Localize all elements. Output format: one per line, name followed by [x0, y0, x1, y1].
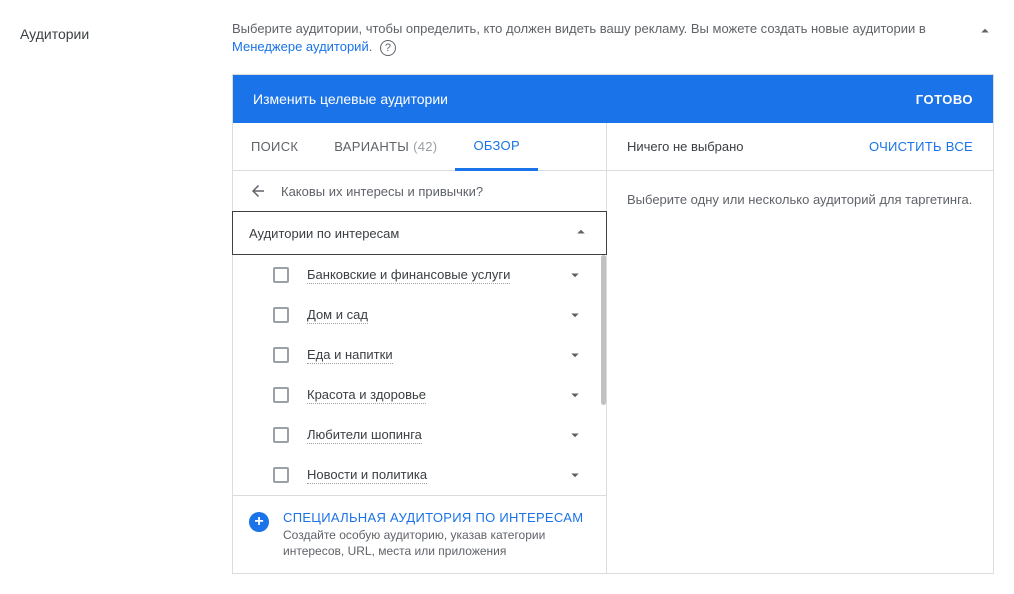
panel-header: Изменить целевые аудитории ГОТОВО	[233, 75, 993, 123]
tab-ideas-label: ВАРИАНТЫ	[334, 139, 409, 154]
chevron-down-icon[interactable]	[566, 426, 584, 444]
category-checkbox[interactable]	[273, 267, 289, 283]
back-arrow-icon[interactable]	[249, 182, 267, 200]
category-checkbox[interactable]	[273, 307, 289, 323]
category-label: Банковские и финансовые услуги	[307, 267, 510, 284]
selected-header: Ничего не выбрано ОЧИСТИТЬ ВСЕ	[607, 123, 993, 171]
group-header-label: Аудитории по интересам	[249, 226, 399, 241]
section-label: Аудитории	[20, 20, 232, 574]
panel-title: Изменить целевые аудитории	[253, 91, 448, 107]
clear-all-button[interactable]: ОЧИСТИТЬ ВСЕ	[869, 139, 973, 154]
chevron-up-icon	[572, 223, 590, 244]
category-item[interactable]: Новости и политика	[233, 455, 600, 495]
custom-affinity-title: СПЕЦИАЛЬНАЯ АУДИТОРИЯ ПО ИНТЕРЕСАМ	[283, 510, 590, 525]
category-item[interactable]: Дом и сад	[233, 295, 600, 335]
audience-panel: Изменить целевые аудитории ГОТОВО ПОИСК …	[232, 74, 994, 574]
chevron-down-icon[interactable]	[566, 306, 584, 324]
category-item[interactable]: Еда и напитки	[233, 335, 600, 375]
chevron-down-icon[interactable]	[566, 466, 584, 484]
chevron-down-icon[interactable]	[566, 266, 584, 284]
category-item[interactable]: Банковские и финансовые услуги	[233, 255, 600, 295]
scrollbar[interactable]	[601, 255, 606, 405]
tab-search[interactable]: ПОИСК	[233, 123, 316, 170]
chevron-down-icon[interactable]	[566, 386, 584, 404]
custom-affinity-subtitle: Создайте особую аудиторию, указав катего…	[283, 527, 590, 559]
intro-text: Выберите аудитории, чтобы определить, кт…	[232, 20, 994, 56]
category-checkbox[interactable]	[273, 387, 289, 403]
category-checkbox[interactable]	[273, 467, 289, 483]
category-item[interactable]: Красота и здоровье	[233, 375, 600, 415]
category-checkbox[interactable]	[273, 347, 289, 363]
intro-part-a: Выберите аудитории, чтобы определить, кт…	[232, 21, 926, 36]
breadcrumb: Каковы их интересы и привычки?	[233, 171, 606, 211]
selected-empty-text: Выберите одну или несколько аудиторий дл…	[607, 171, 993, 229]
tabs: ПОИСК ВАРИАНТЫ (42) ОБЗОР	[233, 123, 606, 171]
audience-manager-link[interactable]: Менеджере аудиторий	[232, 39, 369, 54]
category-label: Любители шопинга	[307, 427, 422, 444]
help-icon[interactable]: ?	[380, 40, 396, 56]
category-label: Новости и политика	[307, 467, 427, 484]
custom-affinity-button[interactable]: + СПЕЦИАЛЬНАЯ АУДИТОРИЯ ПО ИНТЕРЕСАМ Соз…	[233, 495, 606, 573]
category-label: Еда и напитки	[307, 347, 393, 364]
tab-ideas-count: (42)	[413, 139, 437, 154]
category-list: Банковские и финансовые услуги Дом и сад Е…	[233, 255, 606, 495]
affinity-group-header[interactable]: Аудитории по интересам	[232, 211, 607, 255]
category-checkbox[interactable]	[273, 427, 289, 443]
collapse-icon[interactable]	[976, 22, 994, 45]
plus-icon: +	[249, 512, 269, 532]
done-button[interactable]: ГОТОВО	[916, 92, 973, 107]
selected-none-label: Ничего не выбрано	[627, 139, 744, 154]
category-label: Дом и сад	[307, 307, 368, 324]
tab-browse[interactable]: ОБЗОР	[455, 123, 538, 171]
chevron-down-icon[interactable]	[566, 346, 584, 364]
category-label: Красота и здоровье	[307, 387, 426, 404]
breadcrumb-label: Каковы их интересы и привычки?	[281, 184, 483, 199]
tab-ideas[interactable]: ВАРИАНТЫ (42)	[316, 123, 455, 170]
category-item[interactable]: Любители шопинга	[233, 415, 600, 455]
intro-part-b: .	[369, 39, 373, 54]
